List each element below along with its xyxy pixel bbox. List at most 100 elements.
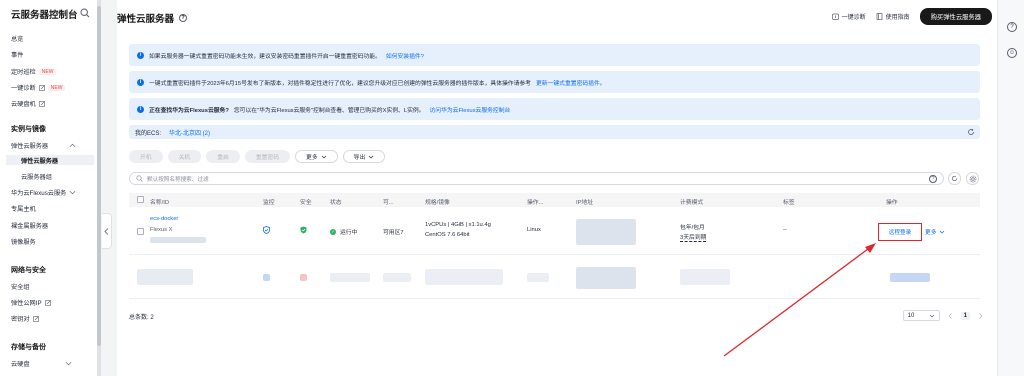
notice-password-plugin: i 如果云服务器一键式重置密码功能未生效，建议安装密码重置插件开启一键重置密码功… bbox=[129, 44, 980, 66]
billing-mode: 包年/包月 bbox=[680, 225, 705, 231]
current-page[interactable]: 1 bbox=[960, 311, 970, 320]
collapse-sidebar-button[interactable] bbox=[102, 213, 112, 249]
ip-address-redacted bbox=[576, 219, 636, 245]
sidebar-item-bms[interactable]: 裸金属服务器 bbox=[11, 221, 48, 230]
external-link-icon bbox=[38, 84, 45, 91]
instance-name-link[interactable]: ecs-docker bbox=[150, 216, 178, 222]
sidebar-item-ecs-active[interactable]: 弹性云服务器 bbox=[6, 155, 94, 165]
reset-password-button[interactable]: 重置密码 bbox=[244, 150, 291, 163]
sidebar-group-storage: 存储与备份 bbox=[11, 344, 46, 351]
col-name[interactable]: 名称/ID bbox=[150, 197, 169, 206]
region-link[interactable]: 华北-北京四 (2) bbox=[169, 128, 210, 137]
stop-button[interactable]: 关机 bbox=[167, 150, 202, 163]
buy-ecs-button[interactable]: 购买弹性云服务器 bbox=[919, 8, 992, 25]
book-icon bbox=[876, 13, 882, 20]
refresh-list-button[interactable] bbox=[948, 172, 961, 185]
sidebar-item-security-group[interactable]: 安全组 bbox=[11, 282, 30, 291]
main-content: 弹性云服务器 ? 一键诊断 使用指南 购买弹性云服务器 i 如果云服务器一键式重… bbox=[117, 0, 997, 376]
action-toolbar: 开机 关机 重启 重置密码 更多 导出 bbox=[129, 150, 386, 163]
refresh-icon bbox=[951, 175, 958, 182]
export-dropdown[interactable]: 导出 bbox=[342, 150, 386, 163]
col-az[interactable]: 可... bbox=[383, 197, 394, 206]
search-icon bbox=[136, 175, 143, 182]
blurred-billing bbox=[680, 269, 730, 285]
sidebar-item-dedicated-host[interactable]: 专属主机 bbox=[11, 204, 36, 213]
chevron-down-icon bbox=[369, 155, 374, 158]
monitor-icon[interactable] bbox=[263, 226, 270, 234]
settings-button[interactable] bbox=[966, 172, 979, 185]
sidebar-item-flexus[interactable]: 华为云Flexus云服务 bbox=[11, 188, 76, 197]
pagination: 10 1 bbox=[902, 310, 983, 321]
chevron-up-icon bbox=[69, 143, 76, 148]
start-button[interactable]: 开机 bbox=[129, 150, 163, 163]
help-icon[interactable]: ? bbox=[179, 14, 188, 22]
sidebar-item-eip[interactable]: 弹性公网IP bbox=[11, 298, 51, 307]
sidebar-item-server-group[interactable]: 云服务器组 bbox=[21, 172, 52, 181]
external-link-icon bbox=[32, 315, 39, 322]
more-dropdown[interactable]: 更多 bbox=[295, 150, 338, 163]
new-badge: NEW bbox=[38, 68, 57, 75]
sidebar-item-cloud-disk-machine[interactable]: 云硬盘机 bbox=[11, 99, 45, 108]
right-rail: ? ☺ bbox=[997, 0, 1024, 376]
search-help-icon[interactable]: ? bbox=[929, 175, 937, 183]
total-count: 总条数: 2 bbox=[129, 315, 154, 321]
sidebar-item-image[interactable]: 镜像服务 bbox=[11, 237, 36, 246]
sidebar-item-overview[interactable]: 总览 bbox=[11, 34, 23, 43]
info-icon: i bbox=[137, 105, 144, 113]
security-shield-icon[interactable] bbox=[300, 226, 307, 234]
sidebar-item-events[interactable]: 事件 bbox=[11, 50, 23, 59]
sidebar-item-inspection[interactable]: 定时巡检 NEW bbox=[11, 67, 57, 76]
image-name: CentOS 7.6 64bit bbox=[425, 232, 470, 238]
col-monitor: 监控 bbox=[263, 200, 275, 206]
running-status-icon: ✓ bbox=[330, 228, 336, 235]
sidebar-item-evs[interactable]: 云硬盘 bbox=[11, 359, 71, 368]
col-spec[interactable]: 规格/镜像 bbox=[425, 197, 450, 206]
notice-plugin-update: i 一键式重置密码插件于2023年6月15号发布了新版本，对插件稳定性进行了优化… bbox=[129, 71, 980, 93]
search-icon[interactable] bbox=[80, 8, 90, 18]
sidebar-scrollbar-thumb[interactable] bbox=[97, 6, 101, 346]
restart-button[interactable]: 重启 bbox=[206, 150, 240, 163]
col-ip[interactable]: IP地址 bbox=[576, 197, 593, 206]
blurred-ip bbox=[576, 267, 636, 289]
page-size-select[interactable]: 10 bbox=[902, 310, 940, 321]
blurred-zone bbox=[383, 273, 411, 282]
help-icon[interactable]: ? bbox=[1007, 22, 1017, 32]
gear-icon bbox=[969, 175, 976, 182]
next-page-icon[interactable] bbox=[978, 312, 983, 319]
chevron-left-icon bbox=[104, 227, 109, 235]
sidebar-item-diagnosis[interactable]: 一键诊断 NEW bbox=[11, 83, 66, 92]
blurred-status bbox=[330, 273, 370, 282]
sidebar-item-ecs[interactable]: 弹性云服务器 bbox=[11, 141, 76, 150]
col-actions: 操作 bbox=[886, 200, 898, 206]
row-checkbox[interactable] bbox=[137, 228, 144, 235]
refresh-icon[interactable] bbox=[967, 128, 975, 136]
select-all-checkbox[interactable] bbox=[137, 196, 144, 203]
one-click-diagnosis-link[interactable]: 一键诊断 bbox=[831, 12, 866, 21]
info-icon: i bbox=[137, 51, 144, 59]
col-billing[interactable]: 计费模式 bbox=[680, 197, 703, 206]
flexus-console-link[interactable]: 访问华为云Flexus云服务控制台 bbox=[429, 105, 510, 114]
table-header: 名称/ID 监控 安全 状态 可... 规格/镜像 操作... IP地址 计费模… bbox=[129, 193, 980, 207]
search-input[interactable]: 默认按照名称搜索、过滤 ? bbox=[129, 172, 944, 185]
prev-page-icon[interactable] bbox=[948, 312, 953, 319]
more-actions-dropdown[interactable]: 更多 bbox=[925, 227, 945, 236]
availability-zone: 可用区7 bbox=[383, 230, 404, 236]
os-type: Linux bbox=[527, 227, 541, 233]
chevron-down-icon bbox=[939, 230, 944, 233]
col-status[interactable]: 状态 bbox=[330, 197, 342, 206]
feedback-smile-icon[interactable]: ☺ bbox=[1007, 48, 1017, 58]
update-plugin-link[interactable]: 更新一键式重置密码插件。 bbox=[536, 78, 606, 87]
instance-id: Flexus X bbox=[150, 227, 173, 233]
expiry-info[interactable]: 3天后到期 bbox=[680, 232, 707, 242]
console-title: 云服务器控制台 bbox=[11, 10, 78, 21]
external-link-icon bbox=[38, 100, 45, 107]
col-tag[interactable]: 标签 bbox=[783, 197, 795, 206]
install-plugin-link[interactable]: 如何安装插件? bbox=[386, 51, 424, 60]
sidebar-item-keypair[interactable]: 密钥对 bbox=[11, 314, 39, 323]
chevron-down-icon bbox=[69, 190, 76, 195]
usage-guide-link[interactable]: 使用指南 bbox=[876, 12, 910, 21]
external-link-icon bbox=[44, 299, 51, 306]
col-os[interactable]: 操作... bbox=[527, 197, 543, 206]
remote-login-button[interactable]: 远程登录 bbox=[878, 223, 922, 241]
sidebar: 云服务器控制台 总览 事件 定时巡检 NEW 一键诊断 NEW 云硬盘机 实例与镜像… bbox=[0, 0, 101, 376]
